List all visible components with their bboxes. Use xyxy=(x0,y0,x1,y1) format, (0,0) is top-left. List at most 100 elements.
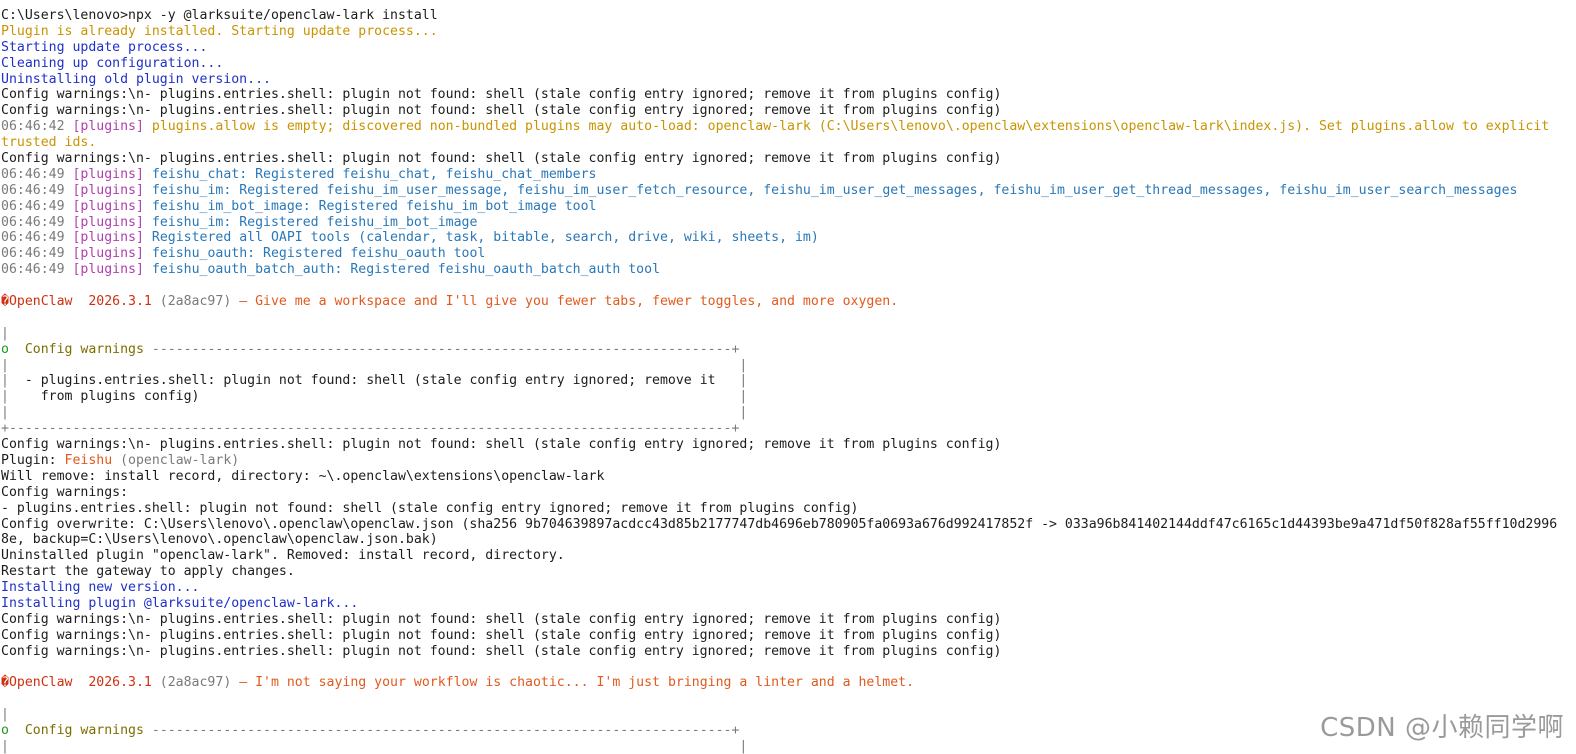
terminal-line: | | xyxy=(1,405,1576,421)
terminal-text: — Give me a workspace and I'll give you … xyxy=(231,294,899,310)
terminal-text: feishu_im_bot_image: Registered feishu_i… xyxy=(151,198,597,214)
terminal-line: Config warnings: xyxy=(1,485,1576,501)
terminal-text: feishu_oauth_batch_auth: Registered feis… xyxy=(151,262,661,278)
watermark: CSDN @小赖同学啊 xyxy=(1320,713,1564,743)
terminal-text: | xyxy=(1,325,9,341)
terminal-line: 06:46:49 [plugins] feishu_im: Registered… xyxy=(1,215,1576,231)
terminal-text: Config warnings:\n- plugins.entries.shel… xyxy=(1,627,1002,643)
terminal-text: (openclaw-lark) xyxy=(112,452,240,468)
terminal-text: Config warnings:\n- plugins.entries.shel… xyxy=(1,103,1002,119)
terminal-line: Config warnings:\n- plugins.entries.shel… xyxy=(1,628,1576,644)
terminal-text: Cleaning up configuration... xyxy=(1,55,224,71)
terminal-line: Installing new version... xyxy=(1,580,1576,596)
terminal-text: [plugins] xyxy=(72,119,152,135)
terminal-line xyxy=(1,278,1576,294)
terminal-text: | xyxy=(739,373,748,389)
terminal-text: (2a8ac97) xyxy=(159,294,232,310)
terminal-line: | - plugins.entries.shell: plugin not fo… xyxy=(1,373,1576,389)
terminal-line: 06:46:49 [plugins] feishu_oauth_batch_au… xyxy=(1,262,1576,278)
terminal-text: Restart the gateway to apply changes. xyxy=(1,564,295,580)
terminal-line: | | xyxy=(1,358,1576,374)
terminal-text: Config warnings xyxy=(24,723,152,739)
terminal-text: �OpenClaw 2026.3.1 xyxy=(1,675,160,691)
terminal-text: feishu_oauth: Registered feishu_oauth to… xyxy=(151,246,486,262)
terminal-text: Config warnings xyxy=(24,341,152,357)
terminal-text: [plugins] xyxy=(72,198,152,214)
terminal-line: Uninstalled plugin "openclaw-lark". Remo… xyxy=(1,548,1576,564)
terminal-line: Config warnings:\n- plugins.entries.shel… xyxy=(1,87,1576,103)
terminal-line: 06:46:49 [plugins] feishu_oauth: Registe… xyxy=(1,246,1576,262)
terminal-text: - plugins.entries.shell: plugin not foun… xyxy=(24,373,740,389)
terminal-line: 06:46:42 [plugins] plugins.allow is empt… xyxy=(1,119,1576,135)
terminal-line: Plugin: Feishu (openclaw-lark) xyxy=(1,453,1576,469)
terminal-line: Installing plugin @larksuite/openclaw-la… xyxy=(1,596,1576,612)
terminal-text: — I'm not saying your workflow is chaoti… xyxy=(231,675,915,691)
terminal-text: | | xyxy=(1,405,748,421)
terminal-line: 06:46:49 [plugins] feishu_im: Registered… xyxy=(1,183,1576,199)
terminal-line: �OpenClaw 2026.3.1 (2a8ac97) — Give me a… xyxy=(1,294,1576,310)
terminal-line: Starting update process... xyxy=(1,40,1576,56)
terminal-text: [plugins] xyxy=(72,246,152,262)
terminal-text: ----------------------------------------… xyxy=(151,341,740,357)
terminal-text: Config warnings:\n- plugins.entries.shel… xyxy=(1,437,1002,453)
terminal-text: 06:46:49 xyxy=(1,230,73,246)
terminal-line xyxy=(1,310,1576,326)
terminal-text: Config warnings:\n- plugins.entries.shel… xyxy=(1,151,1002,167)
terminal-text: [plugins] xyxy=(72,182,152,198)
terminal-text: 06:46:49 xyxy=(1,214,73,230)
terminal-text: Plugin: xyxy=(1,452,65,468)
terminal-line: | from plugins config) | xyxy=(1,389,1576,405)
terminal-line: | xyxy=(1,326,1576,342)
terminal-line: Will remove: install record, directory: … xyxy=(1,469,1576,485)
terminal-text: Config warnings:\n- plugins.entries.shel… xyxy=(1,87,1002,103)
terminal-line: Config overwrite: C:\Users\lenovo\.openc… xyxy=(1,517,1576,533)
terminal-text: 06:46:49 xyxy=(1,166,73,182)
terminal-text: Config warnings: xyxy=(1,484,129,500)
terminal-text: o xyxy=(1,723,25,739)
terminal-text: Config overwrite: C:\Users\lenovo\.openc… xyxy=(1,516,1558,532)
terminal-output[interactable]: C:\Users\lenovo>npx -y @larksuite/opencl… xyxy=(0,0,1576,754)
terminal-line: Config warnings:\n- plugins.entries.shel… xyxy=(1,644,1576,660)
terminal-line: Config warnings:\n- plugins.entries.shel… xyxy=(1,437,1576,453)
terminal-text: Config warnings:\n- plugins.entries.shel… xyxy=(1,643,1002,659)
terminal-text: o xyxy=(1,341,25,357)
terminal-text: feishu_im: Registered feishu_im_user_mes… xyxy=(151,182,1518,198)
terminal-text: feishu_im: Registered feishu_im_bot_imag… xyxy=(151,214,478,230)
terminal-line: trusted ids. xyxy=(1,135,1576,151)
terminal-text: 06:46:49 xyxy=(1,262,73,278)
terminal-text: Config warnings:\n- plugins.entries.shel… xyxy=(1,611,1002,627)
terminal-text: Feishu xyxy=(64,452,113,468)
terminal-text: 06:46:49 xyxy=(1,246,73,262)
terminal-line xyxy=(1,691,1576,707)
terminal-line: 8e, backup=C:\Users\lenovo\.openclaw\ope… xyxy=(1,532,1576,548)
terminal-line: C:\Users\lenovo>npx -y @larksuite/opencl… xyxy=(1,8,1576,24)
terminal-text: Starting update process... xyxy=(1,39,208,55)
terminal-line: +---------------------------------------… xyxy=(1,421,1576,437)
terminal-line: Uninstalling old plugin version... xyxy=(1,72,1576,88)
terminal-text: 06:46:49 xyxy=(1,198,73,214)
terminal-line: Restart the gateway to apply changes. xyxy=(1,564,1576,580)
terminal-line: Plugin is already installed. Starting up… xyxy=(1,24,1576,40)
terminal-line: 06:46:49 [plugins] Registered all OAPI t… xyxy=(1,230,1576,246)
terminal-line: Config warnings:\n- plugins.entries.shel… xyxy=(1,612,1576,628)
terminal-text: (2a8ac97) xyxy=(159,675,232,691)
terminal-text: plugins.allow is empty; discovered non-b… xyxy=(151,119,1550,135)
terminal-line: Cleaning up configuration... xyxy=(1,56,1576,72)
terminal-text: from plugins config) xyxy=(40,389,740,405)
terminal-text: Registered all OAPI tools (calendar, tas… xyxy=(151,230,819,246)
terminal-line: Config warnings:\n- plugins.entries.shel… xyxy=(1,151,1576,167)
terminal-text: | | xyxy=(1,738,748,754)
terminal-text: feishu_chat: Registered feishu_chat, fei… xyxy=(151,166,597,182)
terminal-text: trusted ids. xyxy=(1,135,97,151)
terminal-line: - plugins.entries.shell: plugin not foun… xyxy=(1,501,1576,517)
terminal-line xyxy=(1,660,1576,676)
terminal-text: [plugins] xyxy=(72,262,152,278)
terminal-text: | xyxy=(1,389,41,405)
terminal-line: o Config warnings ----------------------… xyxy=(1,342,1576,358)
terminal-text: 8e, backup=C:\Users\lenovo\.openclaw\ope… xyxy=(1,532,438,548)
terminal-text: �OpenClaw 2026.3.1 xyxy=(1,294,160,310)
terminal-text: 06:46:49 xyxy=(1,182,73,198)
